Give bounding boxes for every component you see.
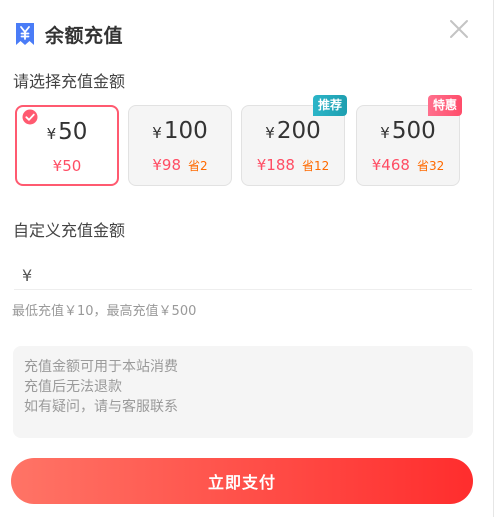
custom-amount-input[interactable] [38, 266, 472, 285]
amount-option-500[interactable]: 特惠 ¥500 ¥468 省32 [356, 95, 462, 186]
option-price: ¥188 [256, 156, 295, 174]
pay-now-button[interactable]: 立即支付 [11, 458, 473, 504]
recharge-dialog: 余额充值 请选择充值金额 ¥50 ¥50 ¥100 ¥98 省2 推荐 ¥200… [0, 0, 494, 517]
note-line: 充值金额可用于本站消费 [24, 359, 178, 375]
option-currency: ¥ [46, 125, 57, 143]
option-amount: ¥200 [242, 118, 344, 144]
option-price-row: ¥468 省32 [357, 155, 459, 174]
option-save: 省2 [188, 159, 208, 173]
amount-limit-hint: 最低充值￥10，最高充值￥500 [12, 304, 197, 319]
option-amount-value: 100 [163, 118, 208, 144]
option-currency: ¥ [380, 124, 390, 142]
option-amount: ¥100 [129, 118, 231, 144]
option-save: 省12 [301, 159, 330, 173]
custom-currency: ¥ [22, 266, 33, 285]
option-amount-value: 200 [276, 118, 321, 144]
dialog-title: 余额充值 [45, 24, 124, 47]
option-price: ¥468 [371, 156, 410, 174]
option-save: 省32 [416, 159, 445, 173]
option-amount: ¥50 [17, 119, 117, 145]
dialog-header: 余额充值 [14, 20, 123, 48]
option-amount-value: 500 [391, 118, 436, 144]
option-price: ¥50 [52, 157, 82, 175]
custom-amount-label: 自定义充值金额 [13, 221, 126, 240]
option-amount: ¥500 [357, 118, 459, 144]
option-price-row: ¥98 省2 [129, 155, 231, 174]
option-currency: ¥ [265, 124, 275, 142]
amount-option-100[interactable]: ¥100 ¥98 省2 [128, 105, 232, 186]
ticket-yen-icon [16, 23, 34, 45]
option-price-row: ¥188 省12 [242, 155, 344, 174]
preset-amount-label: 请选择充值金额 [13, 72, 126, 91]
option-price-row: ¥50 [17, 156, 117, 175]
note-line: 充值后无法退款 [24, 379, 122, 395]
amount-option-50[interactable]: ¥50 ¥50 [15, 105, 119, 186]
recommend-badge: 推荐 [312, 95, 347, 116]
preset-amount-options: ¥50 ¥50 ¥100 ¥98 省2 推荐 ¥200 ¥188 省12 特惠 … [15, 95, 463, 187]
close-icon[interactable] [448, 18, 470, 40]
option-currency: ¥ [152, 124, 162, 142]
option-price: ¥98 [152, 156, 181, 174]
option-amount-value: 50 [58, 119, 88, 145]
custom-amount-field: ¥ [14, 262, 472, 290]
note-line: 如有疑问，请与客服联系 [24, 399, 178, 415]
recharge-notes: 充值金额可用于本站消费 充值后无法退款 如有疑问，请与客服联系 [13, 346, 473, 438]
special-offer-badge: 特惠 [427, 95, 462, 116]
amount-option-200[interactable]: 推荐 ¥200 ¥188 省12 [241, 95, 347, 186]
